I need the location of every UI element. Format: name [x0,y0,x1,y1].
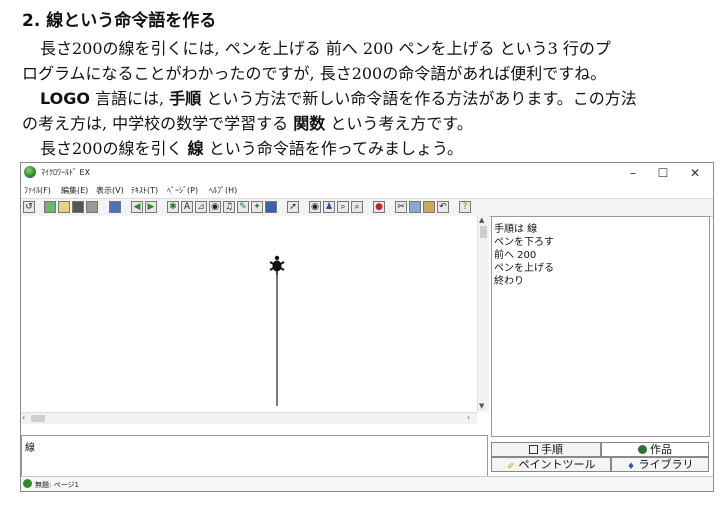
tab-works-label: 作品 [650,443,672,456]
scroll-right-icon[interactable]: › [467,413,470,422]
vertical-scroll-thumb[interactable] [480,226,487,238]
stop-icon[interactable]: ● [373,201,385,213]
eye-icon[interactable]: ◉ [309,201,321,213]
redo-icon[interactable]: ↶ [437,201,449,213]
tab-library-label: ライブラリ [638,458,694,471]
menu-page[interactable]: ﾍﾟｰｼﾞ(P) [167,185,198,196]
arrow-right-icon[interactable]: ▶ [145,201,157,213]
brush-icon: ✐ [507,462,515,472]
shape-icon[interactable]: ✦ [251,201,263,213]
menu-file[interactable]: ﾌｧｲﾙ(F) [24,185,51,196]
menu-view[interactable]: 表示(V) [96,185,124,196]
cut-icon[interactable]: ✂ [395,201,407,213]
paint-brush-icon[interactable]: ✎ [237,201,249,213]
line-command-term: 線 [187,139,204,158]
zoom-in-icon[interactable]: ⌕ [337,201,349,213]
new-page-icon[interactable] [44,201,56,213]
text-run: という方法で新しい命令語を作る方法があります。この方法 [201,89,637,108]
command-center[interactable]: 線 [21,435,488,481]
stamp-icon[interactable]: ♟ [323,201,335,213]
paragraph-1-line-1: 長さ200の線を引くには, ペンを上げる 前へ 200 ペンを上げる という3 … [40,39,611,58]
scroll-left-icon[interactable]: ‹ [22,413,25,422]
status-bar: 無題: ページ1 [21,476,713,491]
procedure-editor[interactable]: 手順は 線 ペンを下ろす 前へ 200 ペンを上げる 終わり [491,216,710,437]
scroll-down-icon[interactable]: ▼ [479,402,484,410]
drawing-canvas[interactable] [21,216,478,412]
tab-library[interactable]: ♦ ライブラリ [611,457,709,472]
microworld-window: ﾏｲｸﾛﾜｰﾙﾄﾞ EX – ☐ ✕ ﾌｧｲﾙ(F) 編集(E) 表示(V) ﾃ… [20,162,714,492]
tab-paint-tool-label: ペイントツール [518,458,596,471]
tab-works[interactable]: 作品 [601,442,709,457]
minimize-button[interactable]: – [618,164,648,182]
app-globe-icon [24,166,36,178]
logo-term: LOGO [40,89,90,108]
eye-view-icon[interactable]: ◉ [209,201,221,213]
function-term: 関数 [293,114,326,133]
music-note-icon[interactable]: ♫ [223,201,235,213]
canvas-vertical-scrollbar[interactable]: ▲ ▼ [477,216,489,412]
paragraph-2-line-1: LOGO 言語には, 手順 という方法で新しい命令語を作る方法があります。この方… [40,85,637,109]
section-heading: 2. 線という命令語を作る [22,11,217,31]
tab-procedure-label: 手順 [541,443,563,456]
maximize-button[interactable]: ☐ [648,164,678,182]
menu-bar: ﾌｧｲﾙ(F) 編集(E) 表示(V) ﾃｷｽﾄ(T) ﾍﾟｰｼﾞ(P) ﾍﾙﾌ… [21,183,713,197]
title-bar: ﾏｲｸﾛﾜｰﾙﾄﾞ EX – ☐ ✕ [21,163,713,183]
toolbar: ↺ ◀ ▶ ✱ A ⊿ ◉ ♫ ✎ ✦ ➚ ◉ ♟ ⌕ ⌕ ● ✂ ↶ ? [21,198,713,217]
slider-icon[interactable]: ⊿ [195,201,207,213]
window-title: ﾏｲｸﾛﾜｰﾙﾄﾞ EX [41,168,91,177]
zoom-out-icon[interactable]: ⌕ [351,201,363,213]
turtle-icon[interactable]: ✱ [167,201,179,213]
tab-paint-tool[interactable]: ✐ ペイントツール [491,457,611,472]
paragraph-3: 長さ200の線を引く 線 という命令語を作ってみましょう。 [40,135,463,159]
undo-icon[interactable]: ↺ [23,201,35,213]
arrow-left-icon[interactable]: ◀ [131,201,143,213]
paragraph-2-line-2: の考え方は, 中学校の数学で学習する 関数 という考え方です。 [22,110,473,134]
text-run: 言語には, [89,89,170,108]
status-globe-icon [23,479,32,488]
canvas-horizontal-scrollbar[interactable]: ‹ › [21,412,477,424]
save-icon[interactable] [72,201,84,213]
menu-edit[interactable]: 編集(E) [61,185,88,196]
text-run: の考え方は, 中学校の数学で学習する [22,114,294,133]
copy-icon[interactable] [409,201,421,213]
notebook-icon [529,445,538,454]
pointer-icon[interactable]: ➚ [287,201,299,213]
paragraph-1-line-2: ログラムになることがわかったのですが, 長さ200の命令語があれば便利ですね。 [22,64,607,83]
tab-procedure[interactable]: 手順 [491,442,601,457]
text-run: という考え方です。 [325,114,473,133]
works-globe-icon [638,445,647,454]
globe-icon[interactable] [265,201,277,213]
canvas-svg [269,255,285,406]
close-button[interactable]: ✕ [680,164,710,182]
procedure-term: 手順 [169,89,202,108]
status-text: 無題: ページ1 [35,481,79,489]
print-icon[interactable] [86,201,98,213]
text-box-icon[interactable]: A [181,201,193,213]
book-icon[interactable] [109,201,121,213]
scroll-up-icon[interactable]: ▲ [479,216,484,224]
text-run: 長さ200の線を引く [40,139,188,158]
horizontal-scroll-thumb[interactable] [31,415,45,422]
menu-help[interactable]: ﾍﾙﾌﾟ(H) [209,185,237,196]
command-input-text: 線 [25,443,35,454]
library-icon: ♦ [626,462,636,472]
text-run: という命令語を作ってみましょう。 [203,139,463,158]
open-folder-icon[interactable] [58,201,70,213]
paste-icon[interactable] [423,201,435,213]
procedure-line: 終わり [494,276,524,287]
help-question-icon[interactable]: ? [459,201,471,213]
turtle-icon[interactable] [269,255,285,275]
menu-text[interactable]: ﾃｷｽﾄ(T) [131,185,158,196]
